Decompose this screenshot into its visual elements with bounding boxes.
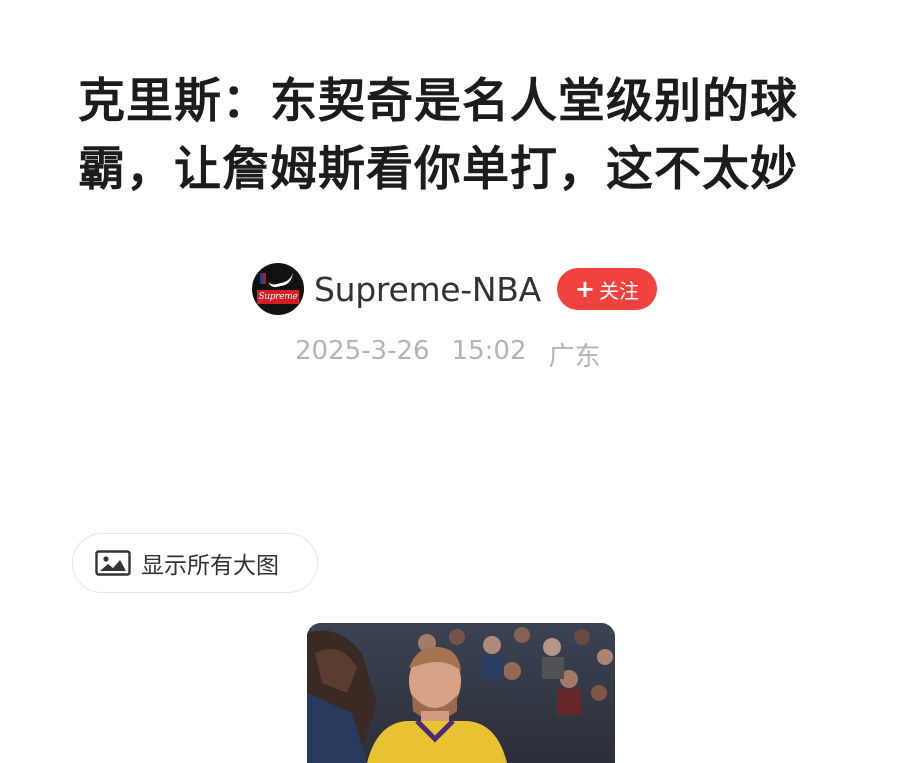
show-all-images-button[interactable]: 显示所有大图 [72,533,318,593]
publish-time: 15:02 [451,336,527,366]
swoosh-icon [266,270,296,289]
show-all-images-label: 显示所有大图 [141,553,279,579]
author-avatar[interactable]: Supreme [252,263,304,315]
basketball-photo [307,623,615,763]
article-title: 克里斯：东契奇是名人堂级别的球霸，让詹姆斯看你单打，这不太妙 [78,74,798,197]
avatar-logo-text: Supreme [257,290,299,304]
article-meta: 2025-3-26 15:02 广东 [295,336,601,373]
article-photo[interactable] [307,623,615,763]
publish-location: 广东 [548,342,601,372]
author-name[interactable]: Supreme-NBA [314,270,541,309]
image-icon [95,550,131,576]
plus-icon: + [574,275,596,303]
follow-button[interactable]: + 关注 [556,268,658,310]
nba-logo-icon [260,273,266,284]
follow-label: 关注 [599,278,640,303]
author-row: Supreme Supreme-NBA + 关注 [252,262,658,316]
publish-date: 2025-3-26 [295,336,430,366]
